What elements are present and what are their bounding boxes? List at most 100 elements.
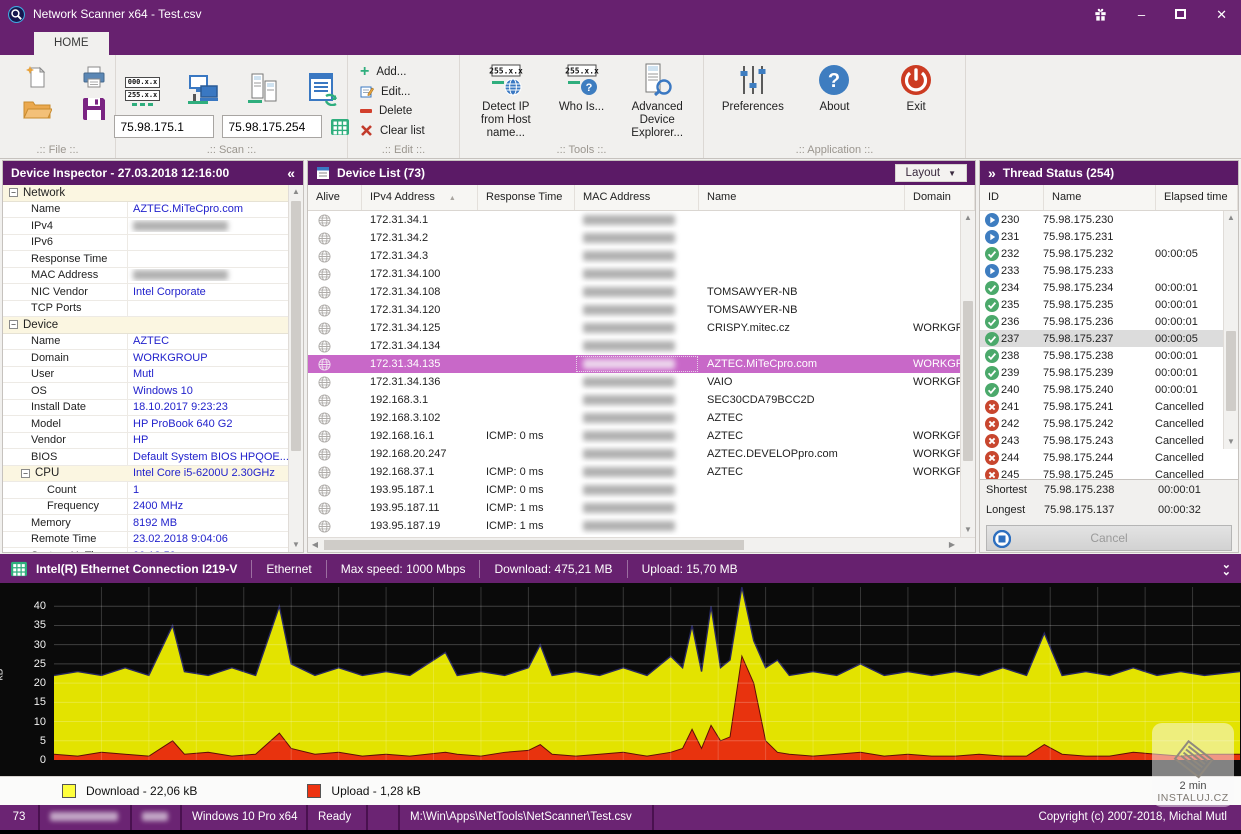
inspector-row[interactable]: Response Time <box>3 251 303 268</box>
collapse-node-icon[interactable]: − <box>9 188 18 197</box>
inspector-row[interactable]: NameAZTEC <box>3 334 303 351</box>
edit-item-clear-list[interactable]: Clear list <box>356 122 451 141</box>
device-row[interactable]: 192.168.16.1ICMP: 0 msAZTECWORKGROUP <box>308 427 975 445</box>
thread-row[interactable]: 24575.98.175.245Cancelled <box>980 466 1238 479</box>
scan-hosts-icon[interactable] <box>243 69 283 109</box>
cancel-button[interactable]: Cancel <box>986 525 1232 551</box>
inspector-row[interactable]: NIC VendorIntel Corporate <box>3 284 303 301</box>
whois-button[interactable]: 255.x.x?Who Is... <box>544 63 620 140</box>
device-row[interactable]: 193.95.187.11ICMP: 1 ms <box>308 499 975 517</box>
column-header-name[interactable]: Name <box>1044 185 1156 210</box>
thread-row[interactable]: 23375.98.175.233 <box>980 262 1238 279</box>
inspector-row[interactable]: Remote Time23.02.2018 9:04:06 <box>3 532 303 549</box>
edit-item-add[interactable]: +Add... <box>356 63 451 82</box>
inspector-row[interactable]: NameAZTEC.MiTeCpro.com <box>3 202 303 219</box>
inspector-row[interactable]: BIOSDefault System BIOS HPQOE... <box>3 449 303 466</box>
column-header-id[interactable]: ID <box>980 185 1044 210</box>
print-button[interactable] <box>78 62 110 92</box>
device-row[interactable]: 172.31.34.2 <box>308 229 975 247</box>
device-row[interactable]: 172.31.34.120TOMSAWYER-NB <box>308 301 975 319</box>
device-row[interactable]: 192.168.3.1SEC30CDA79BCC2D <box>308 391 975 409</box>
device-row[interactable]: 172.31.34.136VAIOWORKGROUP <box>308 373 975 391</box>
column-header-response-time[interactable]: Response Time <box>478 185 575 210</box>
thread-row[interactable]: 23475.98.175.23400:00:01 <box>980 279 1238 296</box>
column-header-name[interactable]: Name <box>699 185 905 210</box>
rescan-list-icon[interactable] <box>303 69 341 109</box>
thread-row[interactable]: 23775.98.175.23700:00:05 <box>980 330 1238 347</box>
device-row[interactable]: 172.31.34.100 <box>308 265 975 283</box>
thread-row[interactable]: 24175.98.175.241Cancelled <box>980 398 1238 415</box>
collapse-node-icon[interactable]: − <box>21 469 30 478</box>
column-header-mac-address[interactable]: MAC Address <box>575 185 699 210</box>
inspector-row[interactable]: Memory8192 MB <box>3 515 303 532</box>
open-file-button[interactable] <box>19 94 55 124</box>
maximize-button[interactable] <box>1175 8 1186 21</box>
thread-row[interactable]: 24075.98.175.24000:00:01 <box>980 381 1238 398</box>
thread-row[interactable]: 23175.98.175.231 <box>980 228 1238 245</box>
inspector-row[interactable]: MAC Address <box>3 268 303 285</box>
edit-item-edit[interactable]: Edit... <box>356 83 451 102</box>
layout-button[interactable]: Layout▼ <box>895 164 967 182</box>
inspector-row[interactable]: TCP Ports <box>3 301 303 318</box>
about-button[interactable]: ?About <box>795 63 873 140</box>
ip-range-icon[interactable]: 000.x.x 255.x.x <box>122 74 164 109</box>
new-file-button[interactable] <box>22 61 52 93</box>
thread-row[interactable]: 23975.98.175.23900:00:01 <box>980 364 1238 381</box>
device-row[interactable]: 172.31.34.135AZTEC.MiTeCpro.comWORKGROUP <box>308 355 975 373</box>
scan-network-icon[interactable] <box>183 71 223 109</box>
device-row[interactable]: 192.168.3.102AZTEC <box>308 409 975 427</box>
thread-row[interactable]: 24375.98.175.243Cancelled <box>980 432 1238 449</box>
inspector-row[interactable]: −Device <box>3 317 303 334</box>
inspector-row[interactable]: UserMutl <box>3 367 303 384</box>
gift-icon[interactable] <box>1093 7 1108 22</box>
thread-status-column-header[interactable]: IDNameElapsed time <box>980 185 1238 211</box>
expand-panel-icon[interactable]: » <box>988 165 996 181</box>
device-list-hscrollbar[interactable]: ◀ ▶ <box>308 537 975 552</box>
thread-row[interactable]: 24275.98.175.242Cancelled <box>980 415 1238 432</box>
column-header-alive[interactable]: Alive <box>308 185 362 210</box>
inspector-row[interactable]: VendorHP <box>3 433 303 450</box>
ip-grid-button[interactable] <box>330 118 350 136</box>
scan-ip-from-input[interactable] <box>114 115 214 138</box>
device-row[interactable]: 172.31.34.1 <box>308 211 975 229</box>
save-button[interactable] <box>78 93 110 125</box>
inspector-row[interactable]: IPv4 <box>3 218 303 235</box>
device-row[interactable]: 172.31.34.125CRISPY.mitec.czWORKGROUP <box>308 319 975 337</box>
column-header-ipv4-address[interactable]: IPv4 Address▲ <box>362 185 478 210</box>
chevron-double-down-icon[interactable]: ⌄⌄ <box>1222 562 1231 576</box>
device-row[interactable]: 172.31.34.3 <box>308 247 975 265</box>
inspector-scrollbar[interactable]: ▲ ▼ <box>288 185 303 552</box>
thread-row[interactable]: 24475.98.175.244Cancelled <box>980 449 1238 466</box>
inspector-row[interactable]: Count1 <box>3 482 303 499</box>
inspector-row[interactable]: System UpTime00:18:59 <box>3 548 303 552</box>
inspector-row[interactable]: ModelHP ProBook 640 G2 <box>3 416 303 433</box>
device-row[interactable]: 192.168.37.1ICMP: 0 msAZTECWORKGROUP <box>308 463 975 481</box>
device-row[interactable]: 172.31.34.108TOMSAWYER-NB <box>308 283 975 301</box>
column-header-elapsed-time[interactable]: Elapsed time <box>1156 185 1238 210</box>
inspector-row[interactable]: Frequency2400 MHz <box>3 499 303 516</box>
inspector-row[interactable]: Install Date18.10.2017 9:23:23 <box>3 400 303 417</box>
detect-ip-button[interactable]: 255.x.xDetect IP from Host name... <box>468 63 544 140</box>
inspector-row[interactable]: −CPUIntel Core i5-6200U 2.30GHz <box>3 466 303 483</box>
thread-row[interactable]: 23675.98.175.23600:00:01 <box>980 313 1238 330</box>
collapse-node-icon[interactable]: − <box>9 320 18 329</box>
device-row[interactable]: 192.168.20.247AZTEC.DEVELOPpro.comWORKGR… <box>308 445 975 463</box>
preferences-button[interactable]: Preferences <box>714 63 792 140</box>
tab-home[interactable]: HOME <box>34 32 109 55</box>
inspector-row[interactable]: IPv6 <box>3 235 303 252</box>
minimize-button[interactable]: – <box>1138 8 1145 21</box>
inspector-row[interactable]: −Network <box>3 185 303 202</box>
close-button[interactable]: ✕ <box>1216 8 1227 21</box>
device-list-scrollbar[interactable]: ▲ ▼ <box>960 211 975 537</box>
device-row[interactable]: 193.95.187.1ICMP: 0 ms <box>308 481 975 499</box>
thread-row[interactable]: 23875.98.175.23800:00:01 <box>980 347 1238 364</box>
thread-row[interactable]: 23575.98.175.23500:00:01 <box>980 296 1238 313</box>
thread-row[interactable]: 23075.98.175.230 <box>980 211 1238 228</box>
scan-ip-to-input[interactable] <box>222 115 322 138</box>
inspector-row[interactable]: OSWindows 10 <box>3 383 303 400</box>
device-row[interactable]: 172.31.34.134 <box>308 337 975 355</box>
edit-item-delete[interactable]: Delete <box>356 102 451 121</box>
collapse-panel-icon[interactable]: « <box>287 165 295 181</box>
thread-status-scrollbar[interactable]: ▲ ▼ <box>1223 211 1238 449</box>
ade-button[interactable]: Advanced Device Explorer... <box>619 63 695 140</box>
